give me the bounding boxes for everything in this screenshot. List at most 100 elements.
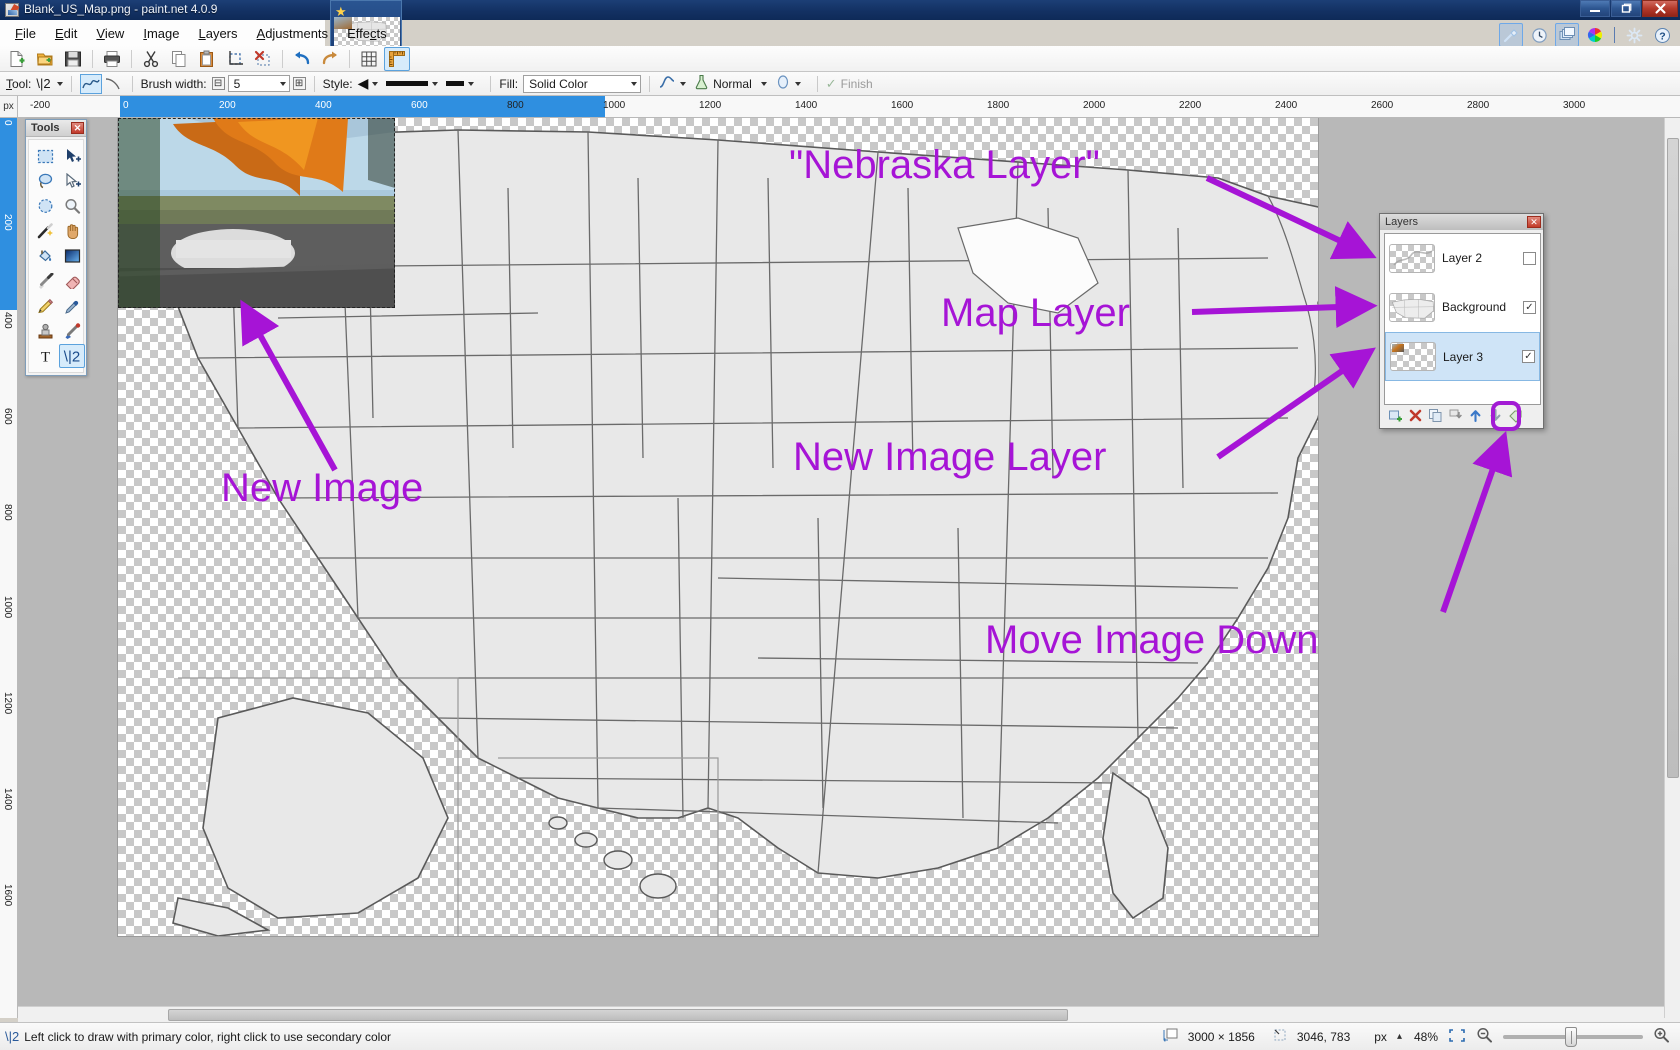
brush-width-decrease-button[interactable]: ⊟ (211, 77, 225, 90)
paintbrush-tool[interactable] (32, 269, 58, 293)
antialias-caret-icon[interactable] (680, 81, 687, 86)
style-line-icon[interactable] (386, 81, 429, 86)
move-selected-tool[interactable] (59, 144, 85, 168)
delete-layer-button[interactable] (1406, 406, 1424, 424)
move-layer-down-highlight-ring (1491, 401, 1521, 431)
vertical-scrollbar[interactable] (1664, 118, 1680, 1018)
layer-row-layer-2[interactable]: Layer 2 (1385, 234, 1540, 283)
layer-visibility-checkbox[interactable]: ✓ (1522, 350, 1535, 363)
cut-icon[interactable] (138, 47, 164, 71)
horizontal-scrollbar[interactable] (18, 1006, 1680, 1022)
layers-list[interactable]: Layer 2 Background ✓ Layer 3 ✓ (1384, 233, 1541, 405)
horizontal-ruler[interactable]: -200 0 200 400 600 800 1000 1200 1400 16… (18, 96, 1680, 118)
save-icon[interactable] (60, 47, 86, 71)
style-label: Style: (322, 76, 353, 91)
line-curve-tool[interactable]: \|2 (59, 344, 85, 368)
crop-icon[interactable] (222, 47, 248, 71)
close-icon[interactable]: ✕ (71, 122, 84, 134)
undo-icon[interactable] (289, 47, 315, 71)
settings-icon[interactable] (1622, 23, 1646, 47)
pan-tool[interactable] (59, 219, 85, 243)
horizontal-scrollbar-thumb[interactable] (168, 1009, 1068, 1021)
layers-window-icon[interactable] (1555, 23, 1579, 47)
menu-file[interactable]: File (6, 22, 45, 45)
finish-label[interactable]: Finish (841, 77, 873, 91)
color-picker-tool[interactable] (59, 294, 85, 318)
copy-icon[interactable] (166, 47, 192, 71)
zoom-out-icon[interactable] (1476, 1027, 1493, 1046)
style-dash-caret-icon[interactable] (468, 81, 475, 86)
brush-width-increase-button[interactable]: ⊞ (292, 77, 306, 90)
deselect-icon[interactable] (250, 47, 276, 71)
layer-row-layer-3[interactable]: Layer 3 ✓ (1385, 332, 1540, 381)
recolor-tool[interactable] (59, 319, 85, 343)
draw-curve-button[interactable] (79, 73, 102, 94)
vertical-scrollbar-thumb[interactable] (1667, 138, 1679, 778)
menu-adjustments[interactable]: Adjustments (248, 22, 338, 45)
merge-layer-down-button[interactable] (1446, 406, 1464, 424)
zoom-in-icon[interactable] (1653, 1027, 1670, 1046)
menu-effects[interactable]: Effects (338, 22, 396, 45)
close-icon[interactable]: ✕ (1527, 216, 1541, 228)
rectangle-select-tool[interactable] (32, 144, 58, 168)
tool-current-glyph: \|2 (36, 76, 51, 91)
fit-to-window-icon[interactable] (1448, 1028, 1466, 1046)
add-new-layer-button[interactable] (1386, 406, 1404, 424)
style-dash-icon[interactable] (446, 81, 465, 86)
move-layer-up-button[interactable] (1466, 406, 1484, 424)
colors-window-icon[interactable] (1583, 23, 1607, 47)
fill-select[interactable]: Solid Color (523, 74, 642, 93)
menu-view[interactable]: View (87, 22, 133, 45)
blend-caret-icon[interactable] (760, 81, 767, 86)
draw-arc-button[interactable] (102, 74, 124, 94)
redo-icon[interactable] (317, 47, 343, 71)
print-icon[interactable] (99, 47, 125, 71)
layer-visibility-checkbox[interactable] (1523, 251, 1536, 265)
layer-row-background[interactable]: Background ✓ (1385, 283, 1540, 332)
fill-label: Fill: (499, 76, 519, 91)
grid-icon[interactable] (356, 47, 382, 71)
magic-wand-tool[interactable] (32, 219, 58, 243)
alpha-blending-icon[interactable] (775, 74, 791, 93)
move-selection-tool[interactable] (59, 169, 85, 193)
layer-visibility-checkbox[interactable]: ✓ (1523, 300, 1536, 314)
zoom-slider[interactable] (1503, 1026, 1643, 1047)
zoom-slider-handle[interactable] (1565, 1026, 1577, 1047)
text-tool[interactable]: T (32, 344, 58, 368)
tools-palette-titlebar[interactable]: Tools ✕ (26, 120, 86, 137)
unit-label[interactable]: px (1374, 1030, 1387, 1044)
menu-layers[interactable]: Layers (189, 22, 246, 45)
pencil-tool[interactable] (32, 294, 58, 318)
paste-icon[interactable] (194, 47, 220, 71)
menu-image[interactable]: Image (134, 22, 188, 45)
rulers-icon[interactable] (384, 46, 410, 71)
brush-width-input[interactable]: 5 (227, 75, 290, 92)
style-cap-caret-icon[interactable] (372, 81, 379, 86)
restore-button[interactable] (1611, 0, 1641, 17)
tools-window-icon[interactable] (1499, 23, 1523, 47)
clone-stamp-tool[interactable] (32, 319, 58, 343)
ellipse-select-tool[interactable] (32, 194, 58, 218)
vertical-ruler[interactable]: 0 200 400 600 800 1000 1200 1400 1600 (0, 118, 18, 1018)
alpha-caret-icon[interactable] (794, 81, 801, 86)
help-icon[interactable]: ? (1650, 23, 1674, 47)
new-icon[interactable] (4, 47, 30, 71)
duplicate-layer-button[interactable] (1426, 406, 1444, 424)
close-button[interactable] (1642, 0, 1678, 17)
lasso-select-tool[interactable] (32, 169, 58, 193)
zoom-tool[interactable] (59, 194, 85, 218)
tool-dropdown-caret-icon[interactable] (56, 81, 63, 86)
antialiasing-icon[interactable] (658, 74, 676, 93)
minimize-button[interactable] (1580, 0, 1610, 17)
eraser-tool[interactable] (59, 269, 85, 293)
style-line-caret-icon[interactable] (432, 81, 439, 86)
style-arrow-cap-icon[interactable]: ◀ (358, 75, 369, 92)
layers-panel-titlebar[interactable]: Layers ✕ (1380, 214, 1543, 230)
tools-palette: Tools ✕ T \|2 (25, 119, 87, 376)
menu-edit[interactable]: Edit (46, 22, 86, 45)
gradient-tool[interactable] (59, 244, 85, 268)
history-window-icon[interactable] (1527, 23, 1551, 47)
unit-caret-icon[interactable]: ▴ (1397, 1031, 1402, 1042)
paint-bucket-tool[interactable] (32, 244, 58, 268)
open-icon[interactable] (32, 47, 58, 71)
